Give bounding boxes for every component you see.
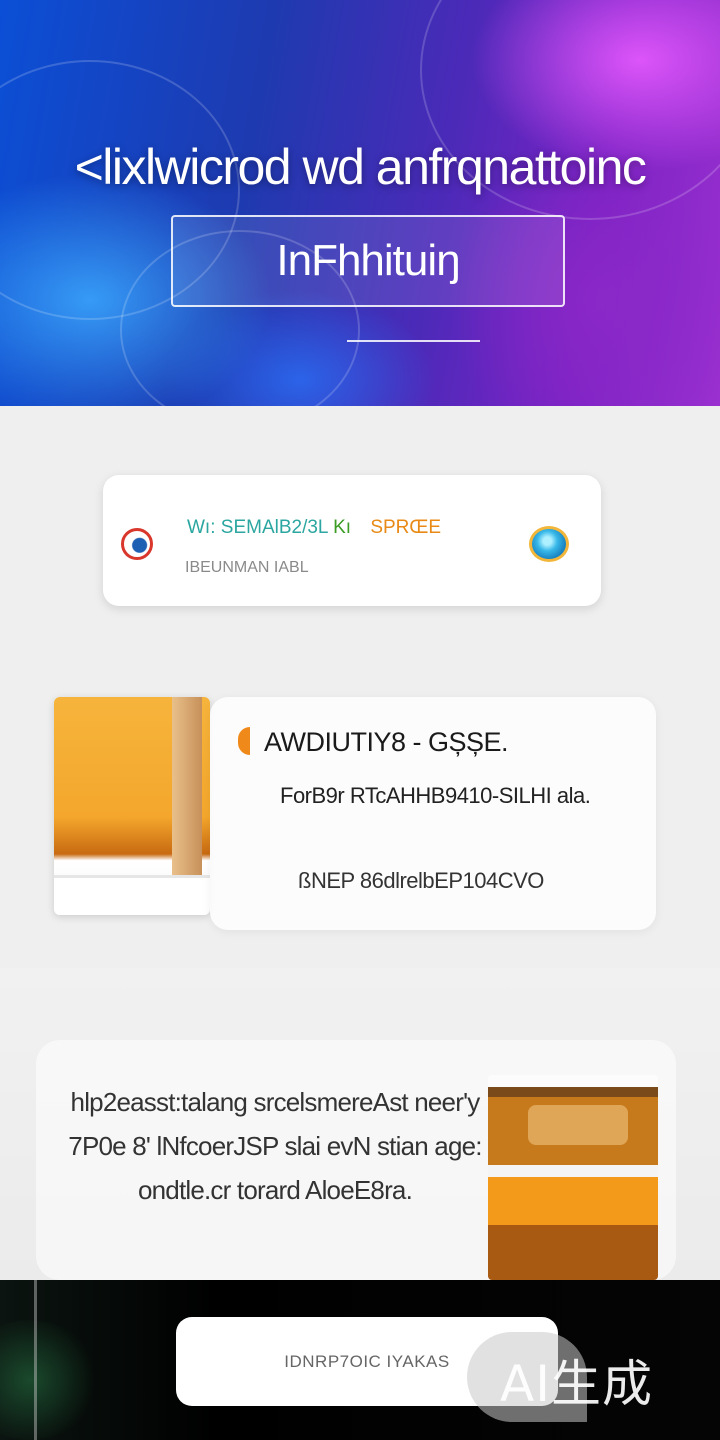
ai-generated-watermark: AI生成 — [500, 1355, 653, 1413]
feature-meta: ßNEP 86dlrelbEP104CVO — [298, 868, 544, 893]
hero-divider — [347, 340, 480, 342]
hero-title: <lixlwicrod wd anfrqnattoinc — [74, 139, 647, 195]
info-card-subtitle: IBEUNMAN IABL — [185, 559, 309, 576]
feature-image — [54, 697, 210, 915]
feature-title: AWDIUTIY8 - GȘȘE. — [264, 727, 509, 757]
feature-card[interactable]: AWDIUTIY8 - GȘȘE. ForB9r RTcAHHB9410-SIL… — [210, 697, 656, 930]
info-card-title: Wı: SEMAlB2/3L Kı SPRŒE — [187, 517, 441, 539]
feature-image-post — [172, 697, 202, 877]
info-card-title-green: Kı — [333, 517, 352, 538]
hero-banner: <lixlwicrod wd anfrqnattoinc InFhhituiŋ — [0, 0, 720, 406]
feature-image-shelf — [54, 875, 210, 915]
footer-decor-strand — [34, 1280, 37, 1440]
info-card-title-main: Wı: SEMAlB2/3L — [187, 517, 328, 538]
globe-icon — [529, 526, 569, 562]
info-card-title-orange: SPRŒE — [370, 517, 442, 538]
footer-decor-glow — [0, 1320, 100, 1440]
description-text: hlp2easst:talang srcelsmereAst neer'y 7P… — [68, 1087, 482, 1205]
info-card[interactable]: Wı: SEMAlB2/3L Kı SPRŒE IBEUNMAN IABL — [103, 475, 601, 606]
description-image-highlight — [528, 1105, 628, 1145]
hero-cta-button[interactable]: InFhhituiŋ — [171, 215, 565, 307]
feature-accent-icon — [238, 727, 250, 755]
brand-logo-icon — [121, 528, 153, 560]
description-image — [488, 1075, 658, 1280]
feature-subtitle: ForB9r RTcAHHB9410-SILHI ala. — [280, 783, 591, 808]
footer: IDNRP7OIC IYAKAS AI生成 — [0, 1280, 720, 1440]
